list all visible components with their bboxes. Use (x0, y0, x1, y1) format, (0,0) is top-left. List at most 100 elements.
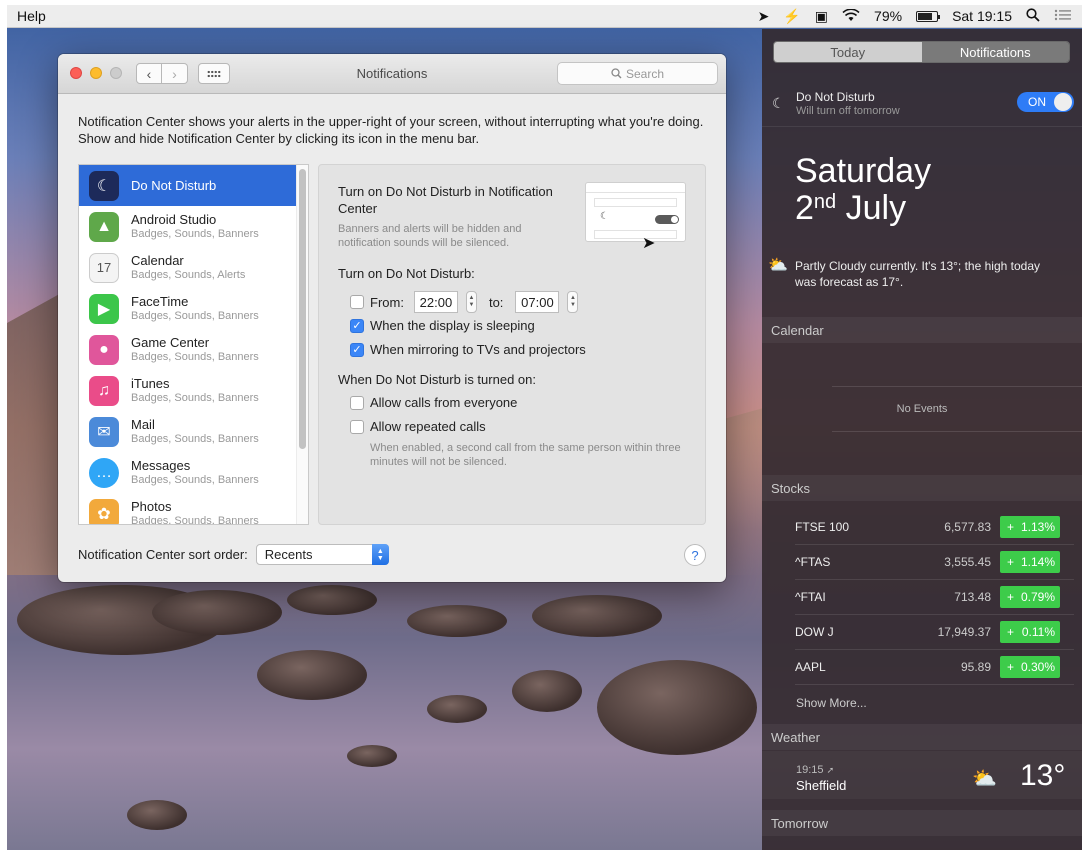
show-more-link[interactable]: Show More... (796, 696, 867, 710)
date-month: July (836, 189, 907, 227)
tab-notifications[interactable]: Notifications (921, 42, 1069, 62)
preview-toggle (655, 215, 679, 224)
stock-change-badge[interactable]: +1.14% (1000, 551, 1060, 573)
stock-symbol: ^FTAS (795, 555, 831, 569)
display-sleeping-checkbox[interactable]: ✓ (350, 318, 364, 333)
help-menu[interactable]: Help (17, 8, 46, 24)
moon-icon: ☾ (772, 95, 785, 111)
stock-row[interactable]: FTSE 100 6,577.83 +1.13% (795, 510, 1074, 545)
app-list-item[interactable]: ▶ FaceTime Badges, Sounds, Banners (79, 288, 308, 329)
stock-change-sign: + (1007, 520, 1015, 534)
turn-on-label: Turn on Do Not Disturb: (338, 266, 475, 281)
flash-icon[interactable]: ⚡ (783, 9, 800, 23)
scrollbar-track[interactable] (296, 165, 308, 524)
weather-widget[interactable]: 19:15 ➚ Sheffield ⛅ 13° (762, 751, 1082, 799)
partly-cloudy-icon: ⛅ (972, 768, 997, 790)
app-list-item[interactable]: ☾ Do Not Disturb (79, 165, 308, 206)
moon-icon: ☾ (89, 170, 119, 201)
mirroring-checkbox[interactable]: ✓ (350, 342, 364, 357)
app-list-item[interactable]: ✿ Photos Badges, Sounds, Banners (79, 493, 308, 524)
to-time-field[interactable]: 07:00 (515, 291, 560, 313)
from-time-field[interactable]: 22:00 (413, 291, 458, 313)
stock-row[interactable]: ^FTAS 3,555.45 +1.14% (795, 545, 1074, 580)
dnd-description: Banners and alerts will be hidden and no… (338, 223, 522, 249)
title-bar: ‹ › Notifications Search (58, 54, 726, 94)
location-icon[interactable]: ➤ (758, 9, 770, 23)
stock-change-badge[interactable]: +0.79% (1000, 586, 1060, 608)
allow-repeated-label: Allow repeated calls (370, 419, 486, 434)
detail-panel: Turn on Do Not Disturb in Notification C… (318, 164, 706, 525)
app-list-item[interactable]: 17 Calendar Badges, Sounds, Alerts (79, 247, 308, 288)
wifi-icon[interactable] (842, 8, 860, 24)
weather-time: 19:15 ➚ (796, 764, 835, 776)
sync-icon[interactable]: ▣ (815, 9, 828, 23)
app-name: Do Not Disturb (131, 178, 217, 193)
spotlight-icon[interactable] (1026, 8, 1040, 24)
app-list-item[interactable]: ✉ Mail Badges, Sounds, Banners (79, 411, 308, 452)
weather-temperature: 13° (1020, 759, 1066, 792)
menu-bar: Help ➤ ⚡ ▣ 79% Sat 19:15 (7, 5, 1082, 28)
no-events: No Events (832, 386, 1082, 432)
dnd-heading: Turn on Do Not Disturb in Notification C… (338, 184, 553, 216)
stock-symbol: ^FTAI (795, 590, 826, 604)
stocks-header[interactable]: Stocks (762, 475, 1082, 501)
stock-row[interactable]: DOW J 17,949.37 +0.11% (795, 615, 1074, 650)
app-list-item[interactable]: … Messages Badges, Sounds, Banners (79, 452, 308, 493)
from-label: From: (370, 294, 404, 310)
facetime-icon: ▶ (89, 293, 119, 324)
help-button[interactable]: ? (684, 544, 706, 566)
app-name: Game Center (131, 335, 210, 350)
tab-today[interactable]: Today (774, 42, 922, 62)
sort-order-select[interactable]: Recents ▲ ▼ (255, 544, 389, 565)
app-list-item[interactable]: ● Game Center Badges, Sounds, Banners (79, 329, 308, 370)
battery-icon[interactable] (916, 10, 941, 22)
app-name: Android Studio (131, 212, 217, 227)
rock (532, 595, 662, 637)
tomorrow-header[interactable]: Tomorrow (762, 810, 1082, 836)
rock (152, 590, 282, 635)
rock (287, 585, 377, 615)
notification-center-icon[interactable] (1054, 9, 1072, 23)
schedule-checkbox[interactable] (350, 295, 364, 309)
photos-icon: ✿ (89, 498, 119, 524)
battery-percent[interactable]: 79% (874, 8, 902, 24)
display-sleeping-label: When the display is sleeping (370, 318, 535, 333)
calendar-header[interactable]: Calendar (762, 317, 1082, 343)
weather-header[interactable]: Weather (762, 724, 1082, 750)
stock-change-badge[interactable]: +1.13% (1000, 516, 1060, 538)
preview-moon-icon: ☾ (600, 211, 609, 222)
stock-price: 713.48 (954, 590, 991, 604)
search-icon (611, 68, 622, 79)
app-alert-types: Badges, Sounds, Alerts (131, 269, 246, 281)
app-list: ☾ Do Not Disturb ▲ Android Studio Badges, So… (78, 164, 309, 525)
from-time-stepper[interactable]: ▲ ▼ (465, 291, 477, 313)
stock-row[interactable]: AAPL 95.89 +0.30% (795, 650, 1074, 685)
app-alert-types: Badges, Sounds, Banners (131, 392, 259, 404)
itunes-icon: ♫ (89, 375, 119, 406)
game-center-icon: ● (89, 334, 119, 365)
dnd-switch[interactable]: ON (1017, 92, 1074, 112)
stock-change-badge[interactable]: +0.11% (1000, 621, 1060, 643)
app-list-item[interactable]: ♫ iTunes Badges, Sounds, Banners (79, 370, 308, 411)
dnd-subtitle: Will turn off tomorrow (796, 105, 900, 117)
scrollbar-thumb[interactable] (299, 169, 306, 449)
preview-row (594, 198, 677, 207)
app-list-item[interactable]: ▲ Android Studio Badges, Sounds, Banners (79, 206, 308, 247)
allow-repeated-row: Allow repeated calls (350, 419, 486, 434)
search-input[interactable]: Search (557, 62, 718, 85)
app-name: Mail (131, 417, 155, 432)
rock (427, 695, 487, 723)
clock[interactable]: Sat 19:15 (952, 8, 1012, 24)
dnd-toggle-row: ☾ Do Not Disturb Will turn off tomorrow … (762, 79, 1082, 127)
repeated-calls-note: When enabled, a second call from the sam… (370, 442, 681, 468)
location-arrow-icon: ➚ (826, 765, 835, 775)
stock-row[interactable]: ^FTAI 713.48 +0.79% (795, 580, 1074, 615)
to-time-stepper[interactable]: ▲ ▼ (567, 291, 579, 313)
rock (512, 670, 582, 712)
app-name: FaceTime (131, 294, 189, 309)
stock-change-badge[interactable]: +0.30% (1000, 656, 1060, 678)
allow-calls-checkbox[interactable] (350, 395, 364, 410)
allow-repeated-checkbox[interactable] (350, 419, 364, 434)
weather-city: Sheffield (796, 778, 847, 793)
stock-change-sign: + (1007, 660, 1015, 674)
